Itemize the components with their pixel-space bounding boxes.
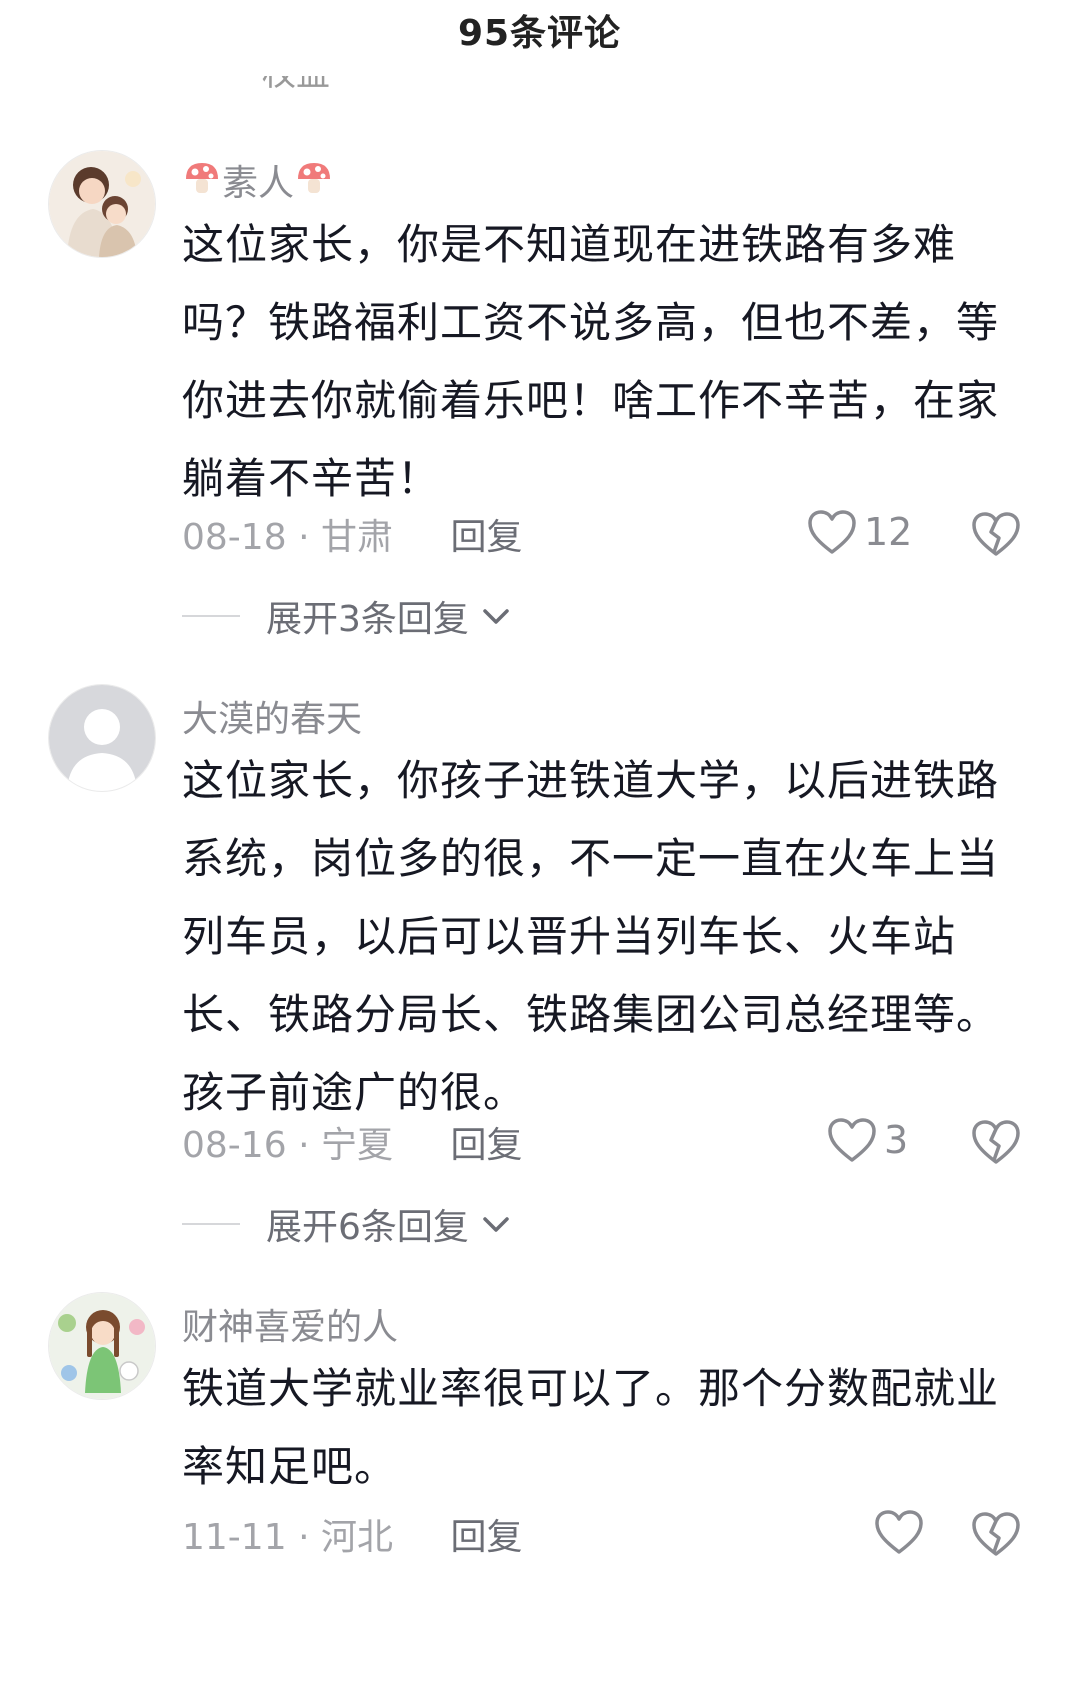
comment-date: 08-18 bbox=[182, 517, 287, 558]
default-avatar-icon bbox=[49, 685, 155, 791]
like-button[interactable] bbox=[873, 1508, 931, 1556]
comment-text: 这位家长，你孩子进铁道大学，以后进铁路系统，岗位多的很，不一定一直在火车上当列车… bbox=[182, 756, 1000, 1117]
expand-replies-button[interactable]: 展开3条回复 bbox=[182, 590, 513, 642]
heart-outline-icon bbox=[828, 1118, 876, 1162]
comment-meta: 08-16 · 宁夏 回复 bbox=[182, 1116, 522, 1168]
heart-outline-icon bbox=[808, 510, 856, 554]
like-button[interactable]: 12 bbox=[806, 508, 912, 556]
avatar-girl-illustration-image bbox=[49, 1293, 155, 1399]
reply-button[interactable]: 回复 bbox=[450, 1125, 522, 1166]
comment-date: 08-16 bbox=[182, 1125, 287, 1166]
expand-replies-label: 展开6条回复 bbox=[266, 1207, 469, 1248]
comment-text: 这位家长，你是不知道现在进铁路有多难吗？铁路福利工资不说多高，但也不差，等你进去… bbox=[182, 220, 1000, 503]
mushroom-icon bbox=[298, 163, 331, 193]
comment-text: 铁道大学就业率很可以了。那个分数配就业率知足吧。 bbox=[182, 1364, 1000, 1491]
broken-heart-icon[interactable] bbox=[970, 1116, 1022, 1168]
like-count: 12 bbox=[864, 510, 913, 554]
username[interactable]: 大漠的春天 bbox=[182, 690, 362, 742]
comment-meta: 11-11 · 河北 回复 bbox=[182, 1508, 522, 1560]
comment-location: 宁夏 bbox=[320, 1125, 393, 1166]
meta-separator: · bbox=[298, 517, 310, 558]
chevron-down-icon bbox=[483, 1217, 509, 1232]
reply-button[interactable]: 回复 bbox=[450, 517, 522, 558]
expand-replies-button[interactable]: 展开6条回复 bbox=[182, 1198, 513, 1250]
expand-replies-label: 展开3条回复 bbox=[266, 599, 469, 640]
avatar[interactable] bbox=[48, 150, 156, 258]
broken-heart-icon[interactable] bbox=[970, 508, 1022, 560]
divider-line bbox=[182, 1223, 240, 1225]
comment-meta: 08-18 · 甘肃 回复 bbox=[182, 508, 522, 560]
meta-separator: · bbox=[298, 1125, 310, 1166]
comment-date: 11-11 bbox=[182, 1517, 287, 1558]
avatar[interactable] bbox=[48, 684, 156, 792]
divider-line bbox=[182, 615, 240, 617]
chevron-down-icon bbox=[483, 609, 509, 624]
avatar[interactable] bbox=[48, 1292, 156, 1400]
like-count: 3 bbox=[884, 1118, 909, 1162]
broken-heart-icon[interactable] bbox=[970, 1508, 1022, 1560]
clipped-previous-text: 权益 bbox=[262, 76, 352, 98]
username[interactable]: 素人 bbox=[182, 154, 334, 206]
meta-separator: · bbox=[298, 1517, 310, 1558]
heart-outline-icon bbox=[875, 1510, 923, 1554]
comment-location: 甘肃 bbox=[320, 517, 393, 558]
like-button[interactable]: 3 bbox=[826, 1116, 908, 1164]
comments-header: 95条评论 bbox=[0, 0, 1079, 64]
reply-button[interactable]: 回复 bbox=[450, 1517, 522, 1558]
mushroom-icon bbox=[186, 163, 218, 193]
comment-location: 河北 bbox=[320, 1517, 393, 1558]
username[interactable]: 财神喜爱的人 bbox=[182, 1298, 398, 1350]
comment-count-title: 95条评论 bbox=[457, 13, 622, 54]
avatar-mother-child-image bbox=[49, 151, 155, 257]
